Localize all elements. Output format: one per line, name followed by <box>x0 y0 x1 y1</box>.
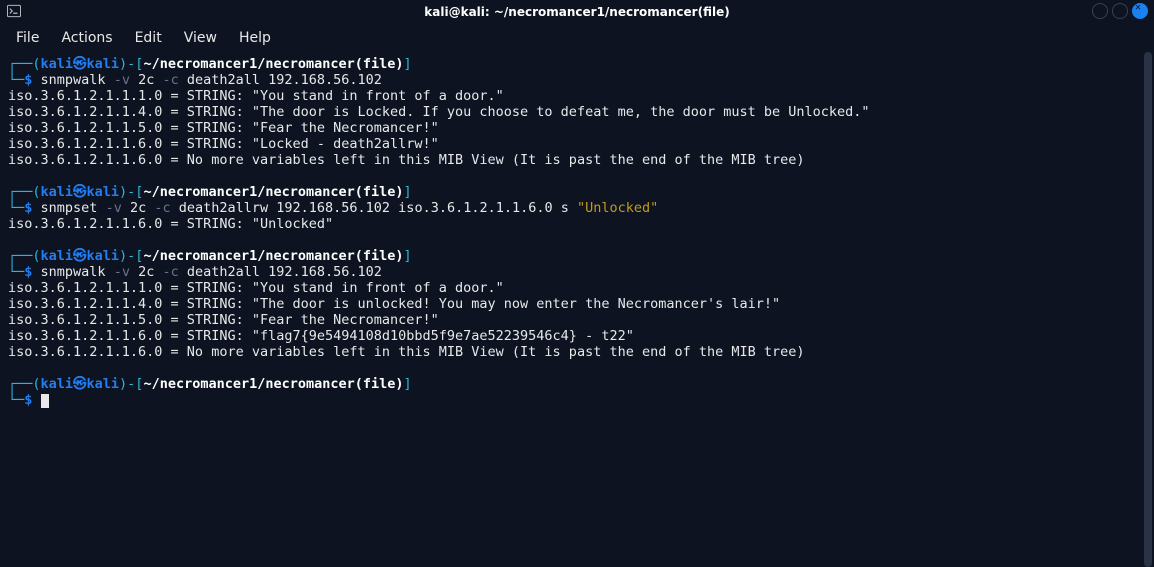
close-button[interactable] <box>1132 3 1148 19</box>
menubar: File Actions Edit View Help <box>0 24 1154 52</box>
prompt-path: ~/necromancer1/necromancer(file) <box>143 376 403 392</box>
output-line: iso.3.6.1.2.1.1.6.0 = STRING: "flag7{9e5… <box>8 328 1146 344</box>
blank-line <box>8 168 1146 184</box>
scrollbar-thumb[interactable] <box>1144 52 1152 567</box>
prompt-host: kali <box>87 56 120 72</box>
prompt-dollar: $ <box>24 392 32 408</box>
prompt-line-2: └─$ snmpset -v 2c -c death2allrw 192.168… <box>8 200 1146 216</box>
window-title: kali@kali: ~/necromancer1/necromancer(fi… <box>424 5 729 19</box>
prompt-user: kali <box>41 184 74 200</box>
window-controls <box>1092 3 1148 19</box>
menu-file[interactable]: File <box>6 26 49 50</box>
output-line: iso.3.6.1.2.1.1.6.0 = No more variables … <box>8 152 1146 168</box>
blank-line <box>8 232 1146 248</box>
output-line: iso.3.6.1.2.1.1.6.0 = STRING: "Locked - … <box>8 136 1146 152</box>
prompt-line-1: ┌──(kali㉿kali)-[~/necromancer1/necromanc… <box>8 248 1146 264</box>
menu-edit[interactable]: Edit <box>125 26 172 50</box>
menu-help[interactable]: Help <box>229 26 281 50</box>
prompt-line-1: ┌──(kali㉿kali)-[~/necromancer1/necromanc… <box>8 56 1146 72</box>
scrollbar[interactable] <box>1142 52 1154 567</box>
prompt-host: kali <box>87 376 120 392</box>
blank-line <box>8 360 1146 376</box>
prompt-line-1: ┌──(kali㉿kali)-[~/necromancer1/necromanc… <box>8 376 1146 392</box>
prompt-user: kali <box>41 56 74 72</box>
output-line: iso.3.6.1.2.1.1.1.0 = STRING: "You stand… <box>8 280 1146 296</box>
menu-actions[interactable]: Actions <box>51 26 122 50</box>
minimize-button[interactable] <box>1092 3 1108 19</box>
output-line: iso.3.6.1.2.1.1.4.0 = STRING: "The door … <box>8 296 1146 312</box>
prompt-line-2: └─$ <box>8 392 1146 408</box>
output-line: iso.3.6.1.2.1.1.1.0 = STRING: "You stand… <box>8 88 1146 104</box>
output-line: iso.3.6.1.2.1.1.6.0 = STRING: "Unlocked" <box>8 216 1146 232</box>
terminal-icon <box>6 3 22 19</box>
cursor <box>41 394 49 408</box>
prompt-host: kali <box>87 184 120 200</box>
menu-view[interactable]: View <box>174 26 227 50</box>
titlebar: kali@kali: ~/necromancer1/necromancer(fi… <box>0 0 1154 24</box>
terminal-viewport[interactable]: ┌──(kali㉿kali)-[~/necromancer1/necromanc… <box>0 52 1154 567</box>
prompt-user: kali <box>41 248 74 264</box>
prompt-line-2: └─$ snmpwalk -v 2c -c death2all 192.168.… <box>8 264 1146 280</box>
prompt-host: kali <box>87 248 120 264</box>
output-line: iso.3.6.1.2.1.1.6.0 = No more variables … <box>8 344 1146 360</box>
prompt-user: kali <box>41 376 74 392</box>
prompt-line-2: └─$ snmpwalk -v 2c -c death2all 192.168.… <box>8 72 1146 88</box>
titlebar-icon-wrap <box>6 3 22 19</box>
output-line: iso.3.6.1.2.1.1.5.0 = STRING: "Fear the … <box>8 120 1146 136</box>
output-line: iso.3.6.1.2.1.1.5.0 = STRING: "Fear the … <box>8 312 1146 328</box>
output-line: iso.3.6.1.2.1.1.4.0 = STRING: "The door … <box>8 104 1146 120</box>
prompt-path: ~/necromancer1/necromancer(file) <box>143 56 403 72</box>
prompt-line-1: ┌──(kali㉿kali)-[~/necromancer1/necromanc… <box>8 184 1146 200</box>
prompt-path: ~/necromancer1/necromancer(file) <box>143 184 403 200</box>
maximize-button[interactable] <box>1112 3 1128 19</box>
prompt-path: ~/necromancer1/necromancer(file) <box>143 248 403 264</box>
